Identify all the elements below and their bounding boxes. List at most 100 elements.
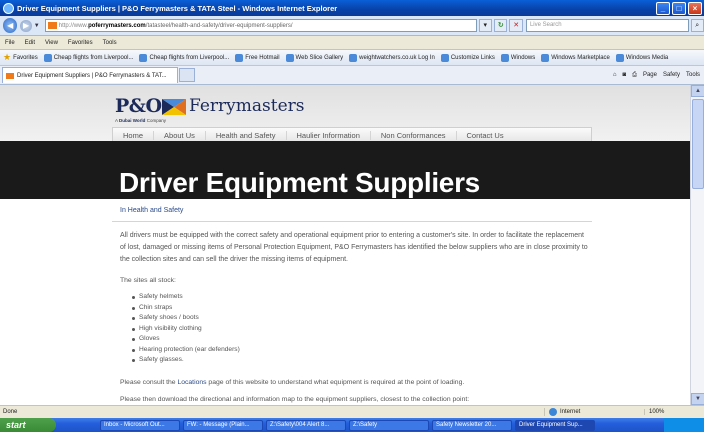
minimize-button[interactable]: _: [656, 1, 670, 15]
menu-edit[interactable]: Edit: [25, 40, 35, 46]
list-item: Safety glasses.: [132, 356, 240, 367]
nav-about-us[interactable]: About Us: [154, 131, 206, 140]
favorite-label: Windows Media: [625, 54, 669, 61]
menu-file[interactable]: File: [5, 40, 15, 46]
print-icon[interactable]: ⎙: [632, 72, 637, 79]
stock-list: Safety helmets Chin straps Safety shoes …: [132, 293, 240, 367]
url-path: /tatasteel/health-and-safety/driver-equi…: [145, 22, 293, 29]
zoom-level[interactable]: 100%: [644, 409, 704, 415]
nav-contact-us[interactable]: Contact Us: [457, 131, 514, 140]
refresh-icon[interactable]: ↻: [494, 19, 508, 32]
favorite-link[interactable]: Windows: [500, 53, 536, 62]
menu-favorites[interactable]: Favorites: [68, 40, 93, 46]
url-domain: poferrymasters.com: [88, 22, 146, 29]
menu-view[interactable]: View: [45, 40, 58, 46]
ie-logo-icon: [3, 2, 14, 14]
taskbar-item[interactable]: Inbox - Microsoft Out...: [100, 419, 180, 431]
tab-bar: Driver Equipment Suppliers | P&O Ferryma…: [0, 66, 704, 85]
taskbar-item[interactable]: FW: - Message (Plain...: [183, 419, 263, 431]
page-viewport: P&O Ferrymasters A Dubai World Company H…: [0, 85, 690, 405]
page-title: Driver Equipment Suppliers: [119, 167, 480, 198]
vertical-scrollbar[interactable]: ▲ ▼: [690, 85, 704, 405]
history-dropdown-icon[interactable]: ▼: [34, 23, 40, 29]
link-icon: [139, 53, 148, 62]
safety-menu[interactable]: Safety: [663, 72, 680, 78]
tab-current[interactable]: Driver Equipment Suppliers | P&O Ferryma…: [2, 67, 178, 83]
favorite-link[interactable]: Customize Links: [440, 53, 495, 62]
nav-haulier-information[interactable]: Haulier Information: [287, 131, 371, 140]
intro-paragraph: All drivers must be equipped with the co…: [120, 232, 588, 263]
page-content: In Health and Safety All drivers must be…: [112, 199, 592, 405]
favorite-link[interactable]: Web Slice Gallery: [285, 53, 344, 62]
favorites-bar: ★ Favorites Cheap flights from Liverpool…: [0, 50, 704, 66]
favorites-button[interactable]: Favorites: [13, 55, 38, 61]
nav-home[interactable]: Home: [113, 131, 155, 140]
forward-button[interactable]: ▶: [20, 19, 32, 32]
taskbar-item-active[interactable]: Driver Equipment Sup...: [515, 419, 595, 431]
favorite-link[interactable]: weightwatchers.co.uk Log In: [349, 53, 435, 62]
list-item: Safety helmets: [132, 293, 240, 304]
favorite-label: Web Slice Gallery: [295, 54, 344, 61]
home-icon[interactable]: ⌂: [613, 72, 617, 78]
new-tab-button[interactable]: [179, 68, 195, 82]
taskbar-item[interactable]: Safety Newsletter 20...: [432, 419, 512, 431]
link-icon: [285, 53, 294, 62]
scroll-up-icon[interactable]: ▲: [691, 85, 704, 97]
link-icon: [43, 53, 52, 62]
link-icon: [235, 53, 244, 62]
nav-health-and-safety[interactable]: Health and Safety: [206, 131, 287, 140]
status-text: Done: [3, 409, 18, 415]
page-menu[interactable]: Page: [643, 72, 657, 78]
windows-taskbar: start Inbox - Microsoft Out... FW: - Mes…: [0, 418, 704, 432]
favorites-star-icon[interactable]: ★: [3, 52, 11, 63]
list-item: High visibility clothing: [132, 325, 240, 336]
tools-menu[interactable]: Tools: [686, 72, 700, 78]
scroll-thumb[interactable]: [692, 99, 704, 189]
menu-tools[interactable]: Tools: [103, 40, 117, 46]
favorite-link[interactable]: Free Hotmail: [235, 53, 280, 62]
link-icon: [440, 53, 449, 62]
stop-icon[interactable]: ✕: [509, 19, 523, 32]
close-button[interactable]: ×: [688, 1, 702, 15]
taskbar-item[interactable]: Z:\Safety\004 Alert 8...: [266, 419, 346, 431]
favorite-label: weightwatchers.co.uk Log In: [359, 54, 435, 61]
favorite-link[interactable]: Windows Media: [615, 53, 669, 62]
system-tray: [664, 418, 704, 432]
favorite-label: Windows: [510, 54, 536, 61]
search-icon[interactable]: ⌕: [690, 19, 704, 32]
favorite-label: Cheap flights from Liverpool...: [53, 54, 134, 61]
favorite-link[interactable]: Cheap flights from Liverpool...: [43, 53, 134, 62]
consult-text-post: page of this website to understand what …: [206, 379, 465, 386]
window-title: Driver Equipment Suppliers | P&O Ferryma…: [17, 3, 338, 13]
start-button[interactable]: start: [0, 418, 56, 432]
download-paragraph: Please then download the directional and…: [120, 396, 470, 403]
locations-link[interactable]: Locations: [177, 379, 206, 386]
link-icon: [500, 53, 509, 62]
nav-non-conformances[interactable]: Non Conformances: [371, 131, 457, 140]
page-hero: Driver Equipment Suppliers: [0, 141, 690, 199]
feeds-icon[interactable]: ◙: [623, 72, 627, 78]
maximize-button[interactable]: □: [672, 1, 686, 15]
window-title-bar: Driver Equipment Suppliers | P&O Ferryma…: [0, 0, 704, 16]
link-icon: [541, 53, 550, 62]
favorite-link[interactable]: Cheap flights from Liverpool...: [139, 53, 229, 62]
security-zone[interactable]: Internet: [544, 408, 644, 416]
link-icon: [615, 53, 624, 62]
site-favicon-icon: [6, 72, 14, 79]
address-input[interactable]: http://www. poferrymasters.com/tatasteel/…: [44, 19, 477, 32]
scroll-down-icon[interactable]: ▼: [691, 393, 704, 405]
status-bar: Done Internet 100%: [0, 405, 704, 418]
logo-flag-icon: [162, 99, 186, 115]
address-dropdown-icon[interactable]: ▾: [478, 19, 493, 32]
tagline-suffix: Company: [145, 118, 166, 123]
back-button[interactable]: ◀: [3, 18, 18, 33]
favorite-label: Customize Links: [450, 54, 495, 61]
tagline-bold: Dubai World: [119, 118, 146, 123]
breadcrumb[interactable]: In Health and Safety: [120, 207, 183, 214]
search-input[interactable]: Live Search: [525, 19, 689, 32]
logo-tagline: A Dubai World Company: [115, 118, 166, 123]
url-prefix: http://www.: [58, 22, 89, 29]
taskbar-item[interactable]: Z:\Safety: [349, 419, 429, 431]
site-logo[interactable]: P&O Ferrymasters A Dubai World Company: [115, 95, 315, 123]
favorite-link[interactable]: Windows Marketplace: [541, 53, 610, 62]
